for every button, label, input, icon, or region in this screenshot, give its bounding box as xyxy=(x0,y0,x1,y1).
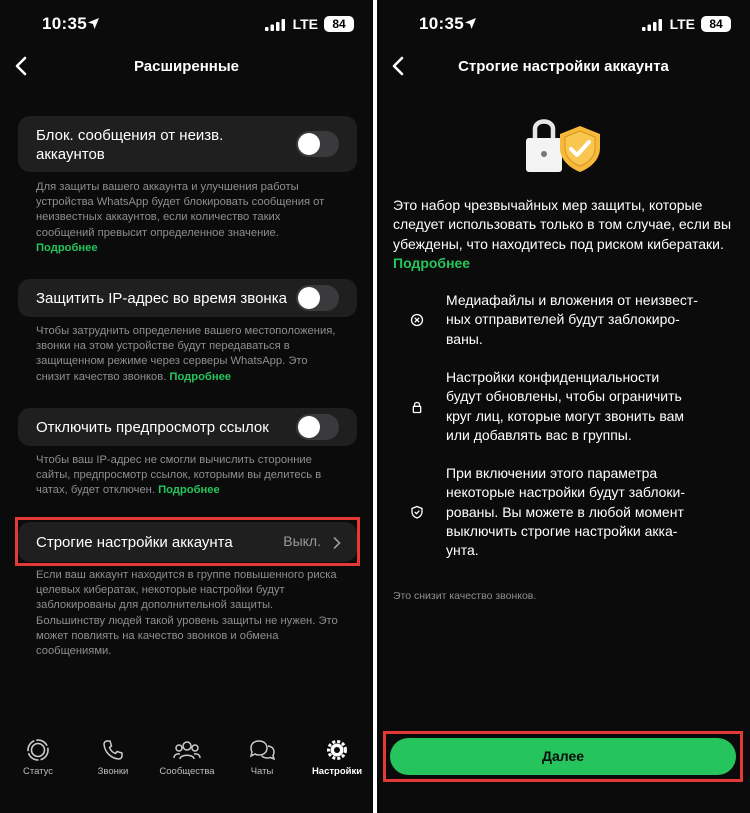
status-icon xyxy=(27,739,49,761)
learn-more-link[interactable]: Подробнее xyxy=(393,255,470,271)
padlock-shield-illustration-icon xyxy=(526,119,600,172)
block-unknown-row: Блок. сообщения от неизв. аккаунтов xyxy=(18,116,357,172)
battery-icon: 84 xyxy=(324,16,354,32)
block-unknown-description: Для защиты вашего аккаунта и улучшения р… xyxy=(36,181,325,254)
protect-ip-description: Чтобы затруднить определение вашего мест… xyxy=(36,325,336,383)
chats-icon xyxy=(249,740,276,761)
location-arrow-icon xyxy=(465,18,476,29)
protect-ip-label: Защитить IP-адрес во время звонка xyxy=(36,290,287,307)
status-bar: 10:35 LTE 84 xyxy=(377,0,750,50)
tab-chats[interactable]: Чаты xyxy=(227,738,297,777)
advanced-settings-screen: 10:35 LTE 84 Расширенные Блок. сообщения… xyxy=(0,0,373,813)
network-type: LTE xyxy=(292,16,318,32)
settings-icon xyxy=(327,740,347,760)
learn-more-link[interactable]: Подробнее xyxy=(36,242,98,254)
intro-text: Это набор чрезвычайных мер защиты, котор… xyxy=(393,197,732,271)
link-preview-description: Чтобы ваш IP-адрес не смогли вычислить с… xyxy=(36,454,322,497)
tab-bar: Статус Звонки Сообщества Чаты Настройки xyxy=(0,738,373,813)
link-preview-row: Отключить предпросмотр ссылок xyxy=(18,408,357,446)
call-quality-note: Это снизит качество звонков. xyxy=(393,590,537,602)
feature-privacy-settings: Настройки конфиденциальности будут обнов… xyxy=(446,369,685,443)
page-title: Расширенные xyxy=(134,58,239,75)
clock: 10:35 xyxy=(42,14,87,33)
tab-communities[interactable]: Сообщества xyxy=(152,738,222,777)
communities-icon xyxy=(173,741,201,760)
protect-ip-row: Защитить IP-адрес во время звонка xyxy=(18,279,357,317)
page-title: Строгие настройки аккаунта xyxy=(458,58,669,75)
learn-more-link[interactable]: Подробнее xyxy=(158,484,220,496)
learn-more-link[interactable]: Подробнее xyxy=(169,371,231,383)
protect-ip-toggle[interactable] xyxy=(296,285,339,311)
block-unknown-label: Блок. сообщения от неизв. аккаунтов xyxy=(36,127,224,163)
feature-locked-settings: При включении этого параметра некоторые … xyxy=(446,465,686,559)
tab-settings[interactable]: Настройки xyxy=(302,738,372,777)
block-icon xyxy=(410,313,424,327)
shield-icon xyxy=(411,505,423,519)
strict-account-screen: 10:35 LTE 84 Строгие настройки аккаунта … xyxy=(377,0,750,813)
tab-status[interactable]: Статус xyxy=(3,738,73,777)
feature-blocked-media: Медиафайлы и вложения от неизвест- ных о… xyxy=(446,292,698,347)
lock-icon xyxy=(412,401,422,414)
link-preview-label: Отключить предпросмотр ссылок xyxy=(36,419,269,436)
clock: 10:35 xyxy=(419,14,464,33)
signal-icon xyxy=(265,19,285,31)
nav-bar: Расширенные xyxy=(0,50,373,86)
signal-icon xyxy=(642,19,662,31)
block-unknown-toggle[interactable] xyxy=(296,131,339,157)
link-preview-toggle[interactable] xyxy=(296,414,339,440)
tab-calls[interactable]: Звонки xyxy=(78,738,148,777)
location-arrow-icon xyxy=(88,18,99,29)
status-bar: 10:35 LTE 84 xyxy=(0,0,373,50)
nav-bar: Строгие настройки аккаунта xyxy=(377,50,750,86)
phone-icon xyxy=(103,740,123,760)
highlight-frame xyxy=(15,517,360,566)
strict-account-description: Если ваш аккаунт находится в группе повы… xyxy=(36,569,338,658)
highlight-frame xyxy=(383,731,743,782)
network-type: LTE xyxy=(669,16,695,32)
battery-icon: 84 xyxy=(701,16,731,32)
